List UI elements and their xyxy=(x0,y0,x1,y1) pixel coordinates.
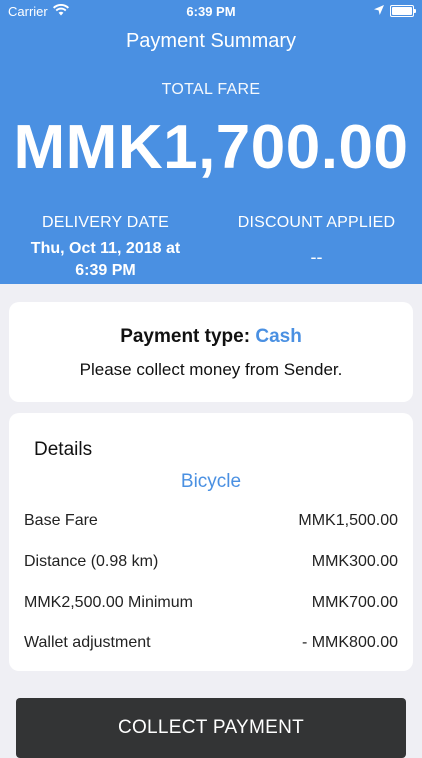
discount-value: -- xyxy=(310,247,323,267)
vehicle-type: Bicycle xyxy=(180,471,242,492)
details-card: Details Bicycle Base Fare MMK1,500.00 Di… xyxy=(9,413,413,671)
fare-row: Wallet adjustment - MMK800.00 xyxy=(24,634,398,652)
fare-row-value: MMK1,500.00 xyxy=(298,512,398,529)
delivery-date-label: DELIVERY DATE xyxy=(41,214,170,231)
fare-row: Distance (0.98 km) MMK300.00 xyxy=(24,553,398,571)
collect-payment-button[interactable]: COLLECT PAYMENT xyxy=(16,698,406,758)
payment-card: Payment type: Cash Please collect money … xyxy=(9,302,413,402)
fare-row-label: Wallet adjustment xyxy=(24,634,151,651)
fare-row-value: MMK700.00 xyxy=(311,594,398,611)
payment-type-label: Payment type: xyxy=(120,326,251,347)
fare-row-label: Distance (0.98 km) xyxy=(24,553,159,570)
payment-type: Payment type: Cash xyxy=(9,326,413,348)
payment-type-value: Cash xyxy=(255,326,302,347)
discount-block: DISCOUNT APPLIED -- xyxy=(211,214,422,268)
delivery-date-value: Thu, Oct 11, 2018 at 6:39 PM xyxy=(0,238,211,282)
delivery-date-line2: 6:39 PM xyxy=(75,262,136,279)
fare-row: Base Fare MMK1,500.00 xyxy=(24,512,398,530)
delivery-date-block: DELIVERY DATE Thu, Oct 11, 2018 at 6:39 … xyxy=(0,214,211,282)
location-arrow-icon xyxy=(374,3,384,18)
status-bar: Carrier 6:39 PM xyxy=(0,0,422,22)
payment-note: Please collect money from Sender. xyxy=(79,360,343,379)
summary-header: Carrier 6:39 PM Payment Summary TOTAL FA… xyxy=(0,0,422,284)
total-fare-amount: MMK1,700.00 xyxy=(13,113,409,182)
status-time: 6:39 PM xyxy=(186,4,236,19)
fare-row-value: MMK300.00 xyxy=(311,553,398,570)
fare-row-label: MMK2,500.00 Minimum xyxy=(24,594,193,611)
total-fare-label: TOTAL FARE xyxy=(161,81,261,98)
page-title: Payment Summary xyxy=(125,30,297,52)
fare-row: MMK2,500.00 Minimum MMK700.00 xyxy=(24,594,398,612)
status-right xyxy=(374,3,416,18)
fare-row-label: Base Fare xyxy=(24,512,98,529)
details-title: Details xyxy=(34,439,93,460)
delivery-date-line1: Thu, Oct 11, 2018 at xyxy=(30,240,181,257)
fare-row-value: - MMK800.00 xyxy=(301,634,398,651)
battery-icon xyxy=(390,4,416,17)
discount-label: DISCOUNT APPLIED xyxy=(237,214,396,231)
